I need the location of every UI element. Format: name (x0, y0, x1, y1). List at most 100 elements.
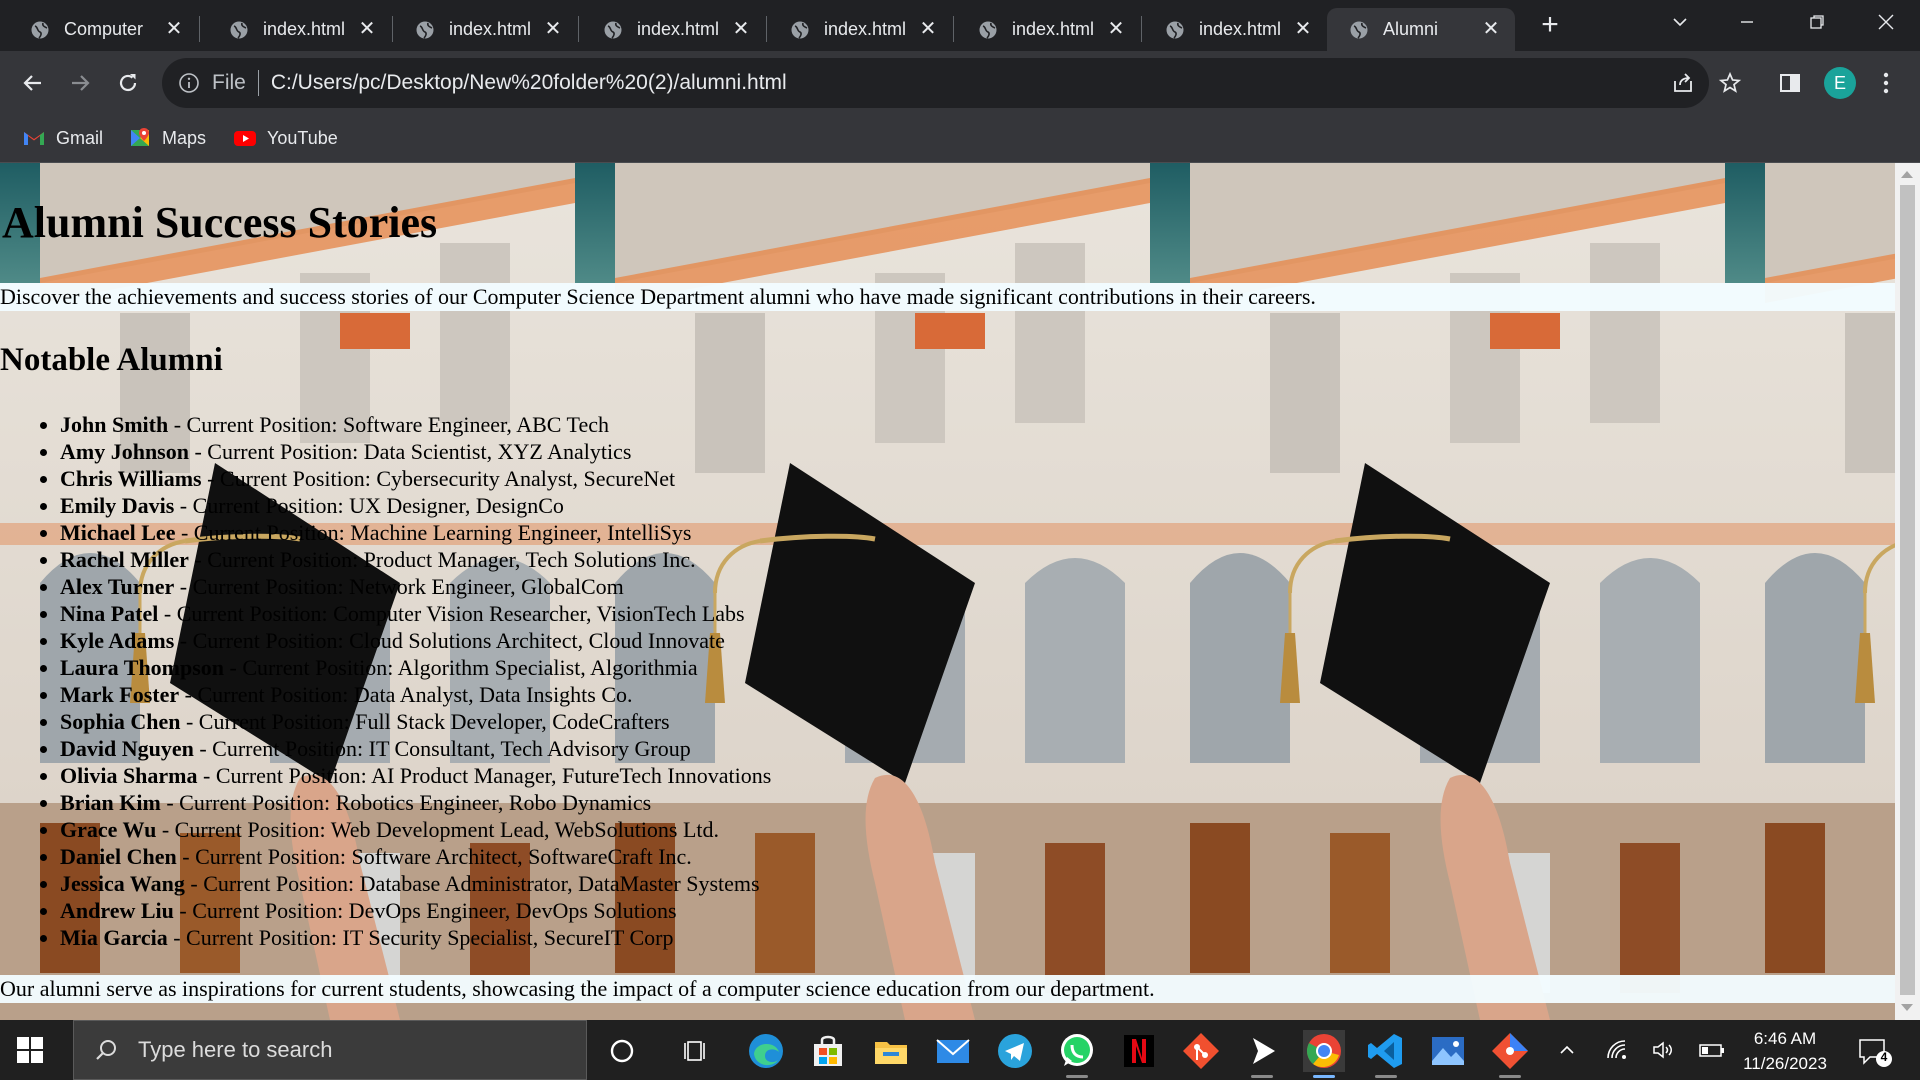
tab-search-button[interactable] (1660, 6, 1700, 38)
tab-close-button[interactable]: ✕ (357, 19, 377, 39)
tab-strip: Computer ✕ index.html ✕ index.html ✕ index.htm… (0, 0, 1920, 51)
alumni-position: - Current Position: IT Security Speciali… (167, 925, 674, 950)
notification-center-button[interactable]: 4 (1856, 1036, 1892, 1068)
tab-close-button[interactable]: ✕ (731, 19, 751, 39)
taskbar-app-button[interactable] (675, 1030, 717, 1072)
alumni-list-item: Laura Thompson - Current Position: Algor… (60, 654, 771, 681)
address-divider (257, 70, 259, 96)
side-panel-icon (1780, 74, 1800, 92)
notification-count: 4 (1880, 1050, 1888, 1064)
browser-tab[interactable]: Computer ✕ (8, 8, 198, 51)
address-bar[interactable]: File C:/Users/pc/Desktop/New%20folder%20… (162, 58, 1709, 108)
browser-tab[interactable]: index.html ✕ (207, 8, 391, 51)
bookmark-star-button[interactable] (1710, 63, 1750, 103)
alumni-list-item: Mark Foster - Current Position: Data Ana… (60, 681, 771, 708)
alumni-list-item: Brian Kim - Current Position: Robotics E… (60, 789, 771, 816)
restore-button[interactable] (1797, 6, 1837, 38)
alumni-name: Olivia Sharma (60, 763, 198, 788)
taskbar-app-button[interactable] (601, 1030, 643, 1072)
forward-button[interactable] (60, 63, 100, 103)
share-button[interactable] (1663, 63, 1703, 103)
tab-close-button[interactable]: ✕ (1481, 19, 1501, 39)
chevron-up-icon (1560, 1045, 1574, 1054)
windows-start-icon[interactable] (16, 1036, 44, 1064)
back-button[interactable] (13, 63, 53, 103)
taskbar-app-button[interactable] (1180, 1030, 1222, 1072)
tray-overflow-button[interactable] (1552, 1034, 1582, 1066)
globe-icon (416, 21, 434, 39)
restore-icon (1810, 15, 1824, 29)
chevron-down-icon (1673, 18, 1687, 27)
network-button[interactable] (1602, 1034, 1632, 1066)
taskbar-app-button[interactable] (745, 1030, 787, 1072)
taskbar-app-button[interactable] (994, 1030, 1036, 1072)
browser-tab[interactable]: index.html ✕ (956, 8, 1140, 51)
alumni-position: - Current Position: IT Consultant, Tech … (193, 736, 691, 761)
globe-icon (230, 21, 248, 39)
close-icon (1878, 14, 1894, 30)
battery-button[interactable] (1697, 1034, 1727, 1066)
new-tab-button[interactable]: + (1536, 10, 1564, 40)
alumni-name: Amy Johnson (60, 439, 189, 464)
vscode-icon (1368, 1034, 1402, 1068)
tab-close-button[interactable]: ✕ (1293, 19, 1313, 39)
battery-icon (1699, 1044, 1724, 1057)
browser-tab[interactable]: index.html ✕ (581, 8, 765, 51)
scroll-thumb[interactable] (1900, 185, 1915, 995)
taskbar-app-button[interactable] (807, 1030, 849, 1072)
reload-icon (119, 74, 137, 92)
page-scrollbar[interactable] (1895, 163, 1920, 1020)
reload-button[interactable] (108, 63, 148, 103)
info-icon[interactable] (178, 72, 200, 94)
menu-button[interactable] (1866, 63, 1906, 103)
netflix-icon (1124, 1035, 1154, 1067)
wifi-icon (1607, 1040, 1626, 1059)
bookmark-gmail[interactable]: Gmail (22, 125, 103, 151)
alumni-list-item: David Nguyen - Current Position: IT Cons… (60, 735, 771, 762)
taskbar-app-button[interactable] (1365, 1030, 1407, 1078)
browser-tab[interactable]: index.html ✕ (768, 8, 952, 51)
share-icon (1674, 73, 1692, 92)
taskbar-search[interactable]: Type here to search (73, 1020, 587, 1080)
bookmarks-bar: Gmail Maps YouTube (0, 114, 1920, 163)
tab-close-button[interactable]: ✕ (543, 19, 563, 39)
profile-avatar[interactable]: E (1824, 67, 1856, 99)
alumni-position: - Current Position: Cybersecurity Analys… (201, 466, 676, 491)
taskbar-app-button[interactable] (1056, 1030, 1098, 1078)
taskbar-app-button[interactable] (1489, 1030, 1531, 1078)
taskbar-app-button[interactable] (932, 1030, 974, 1072)
tab-close-button[interactable]: ✕ (164, 19, 184, 39)
scroll-down-arrow[interactable] (1901, 1004, 1913, 1011)
tab-close-button[interactable]: ✕ (1106, 19, 1126, 39)
tab-separator (766, 16, 767, 42)
browser-tab[interactable]: index.html ✕ (1143, 8, 1327, 51)
bookmark-label: Gmail (56, 127, 104, 148)
taskbar-app-button[interactable] (870, 1030, 912, 1072)
bookmark-youtube[interactable]: YouTube (233, 125, 338, 151)
section-heading: Notable Alumni (0, 342, 223, 378)
taskbar-app-button[interactable] (1241, 1030, 1283, 1078)
browser-tab[interactable]: index.html ✕ (393, 8, 577, 51)
tab-separator (953, 16, 954, 42)
system-clock[interactable]: 6:46 AM 11/26/2023 (1736, 1026, 1834, 1076)
alumni-position: - Current Position: Full Stack Developer… (180, 709, 670, 734)
close-window-button[interactable] (1866, 6, 1906, 38)
volume-button[interactable] (1648, 1034, 1678, 1066)
alumni-name: Chris Williams (60, 466, 202, 491)
tab-close-button[interactable]: ✕ (918, 19, 938, 39)
browser-tab[interactable]: Alumni ✕ (1327, 8, 1515, 51)
bookmark-maps[interactable]: Maps (128, 125, 206, 151)
alumni-position: - Current Position: Machine Learning Eng… (175, 520, 692, 545)
minimize-button[interactable] (1727, 6, 1767, 38)
scroll-up-arrow[interactable] (1901, 171, 1913, 178)
side-panel-button[interactable] (1770, 63, 1810, 103)
clock-date: 11/26/2023 (1743, 1054, 1827, 1073)
alumni-position: - Current Position: Data Scientist, XYZ … (188, 439, 632, 464)
url-text[interactable]: C:/Users/pc/Desktop/New%20folder%20(2)/a… (271, 71, 787, 95)
bookmark-label: YouTube (267, 127, 338, 148)
taskbar-app-button[interactable] (1118, 1030, 1160, 1072)
bookmark-label: Maps (162, 127, 207, 148)
taskbar-app-button[interactable] (1427, 1030, 1469, 1072)
alumni-name: Mia Garcia (60, 925, 168, 950)
taskbar-app-button[interactable] (1303, 1030, 1345, 1078)
